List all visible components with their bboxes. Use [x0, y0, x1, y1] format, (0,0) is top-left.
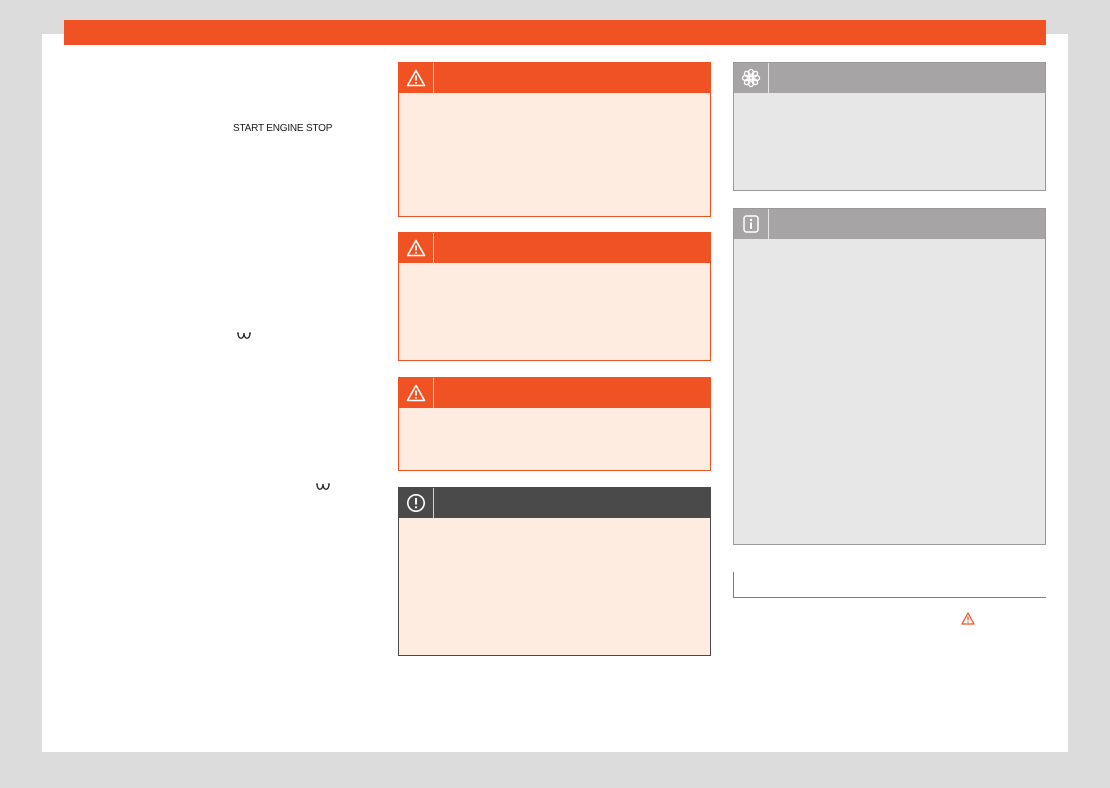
info-header	[734, 209, 1045, 239]
warning-triangle-icon	[399, 233, 434, 263]
warning-box-2	[398, 232, 711, 361]
warning-triangle-icon	[961, 612, 975, 625]
exclamation-circle-icon	[399, 488, 434, 518]
warning-triangle-icon	[399, 378, 434, 408]
info-box	[733, 208, 1046, 545]
warning-header	[399, 233, 710, 263]
glow-plug-icon	[316, 483, 330, 490]
warning-box-3	[398, 377, 711, 471]
environment-header	[734, 63, 1045, 93]
flower-icon	[734, 63, 769, 93]
warning-header	[399, 378, 710, 408]
note-header	[399, 488, 710, 518]
environment-box	[733, 62, 1046, 191]
info-icon	[734, 209, 769, 239]
note-box	[398, 487, 711, 656]
warning-box-1	[398, 62, 711, 217]
section-heading	[733, 572, 1046, 598]
warning-header	[399, 63, 710, 93]
start-engine-stop-label: START ENGINE STOP	[233, 123, 333, 134]
glow-plug-icon	[237, 332, 251, 339]
warning-triangle-icon	[399, 63, 434, 93]
header-bar	[64, 20, 1046, 45]
